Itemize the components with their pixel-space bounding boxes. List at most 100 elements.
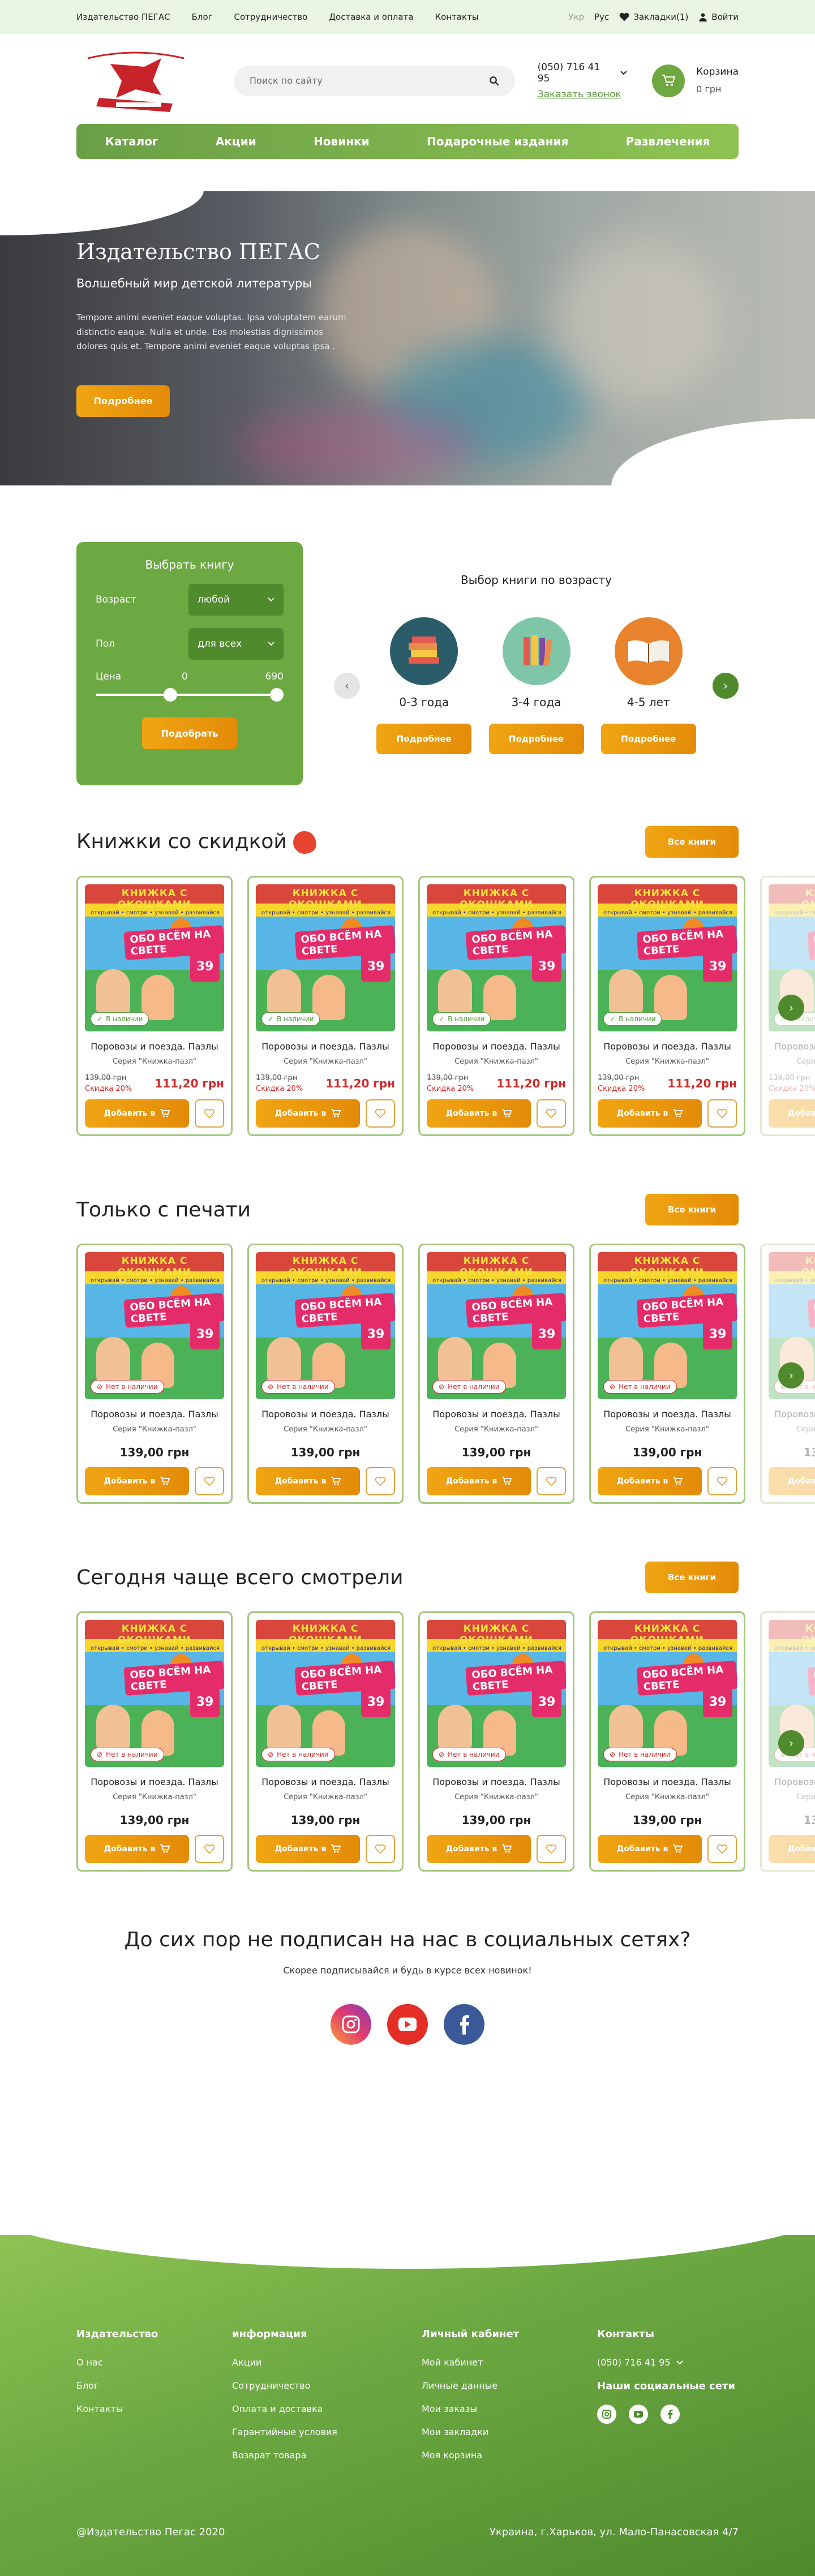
product-name[interactable]: Поровозы и поезда. Пазлы: [85, 1408, 224, 1421]
age-prev-arrow-icon[interactable]: ‹: [334, 673, 360, 699]
book-cover[interactable]: КНИЖКА С ОКОШКАМИ открывай • смотри • уз…: [256, 1620, 395, 1767]
footer-link-orders[interactable]: Мои заказы: [422, 2403, 597, 2414]
product-card[interactable]: КНИЖКА С ОКОШКАМИ открывай • смотри • уз…: [589, 1244, 745, 1504]
add-to-bookmarks-button[interactable]: [366, 1099, 395, 1128]
all-books-button[interactable]: Все книги: [645, 826, 739, 858]
add-to-cart-button[interactable]: Добавить в: [598, 1099, 702, 1128]
add-to-cart-button[interactable]: Добавить в: [769, 1467, 815, 1495]
product-card[interactable]: КНИЖКА С ОКОШКАМИ открывай • смотри • уз…: [76, 876, 233, 1136]
product-card[interactable]: КНИЖКА С ОКОШКАМИ открывай • смотри • уз…: [418, 876, 574, 1136]
search-icon[interactable]: [489, 76, 499, 86]
add-to-bookmarks-button[interactable]: [195, 1835, 224, 1863]
add-to-cart-button[interactable]: Добавить в: [85, 1467, 189, 1495]
filter-submit-button[interactable]: Подобрать: [142, 717, 237, 749]
top-nav-delivery[interactable]: Доставка и оплата: [329, 12, 413, 22]
add-to-cart-button[interactable]: Добавить в: [85, 1099, 189, 1128]
cart[interactable]: Корзина 0 грн: [652, 63, 739, 98]
sex-select[interactable]: для всех: [188, 628, 284, 660]
book-cover[interactable]: КНИЖКА С ОКОШКАМИ открывай • смотри • уз…: [427, 1252, 566, 1399]
product-name[interactable]: Поровозы и поезда. Пазлы: [256, 1776, 395, 1788]
add-to-bookmarks-button[interactable]: [537, 1467, 566, 1495]
menu-item-catalog[interactable]: Каталог: [105, 135, 158, 148]
product-card[interactable]: КНИЖКА С ОКОШКАМИ открывай • смотри • уз…: [76, 1244, 233, 1504]
product-name[interactable]: Поровозы и поезда. Пазлы: [85, 1776, 224, 1788]
product-card[interactable]: КНИЖКА С ОКОШКАМИ открывай • смотри • уз…: [247, 1611, 404, 1872]
menu-item-promos[interactable]: Акции: [216, 135, 256, 148]
add-to-bookmarks-button[interactable]: [195, 1467, 224, 1495]
footer-link-returns[interactable]: Возврат товара: [232, 2450, 422, 2461]
bookmarks-link[interactable]: Закладки(1): [619, 12, 688, 22]
all-books-button[interactable]: Все книги: [645, 1194, 739, 1225]
book-cover[interactable]: КНИЖКА С ОКОШКАМИ открывай • смотри • уз…: [598, 1252, 737, 1399]
top-nav-blog[interactable]: Блог: [192, 12, 213, 22]
age-more-button[interactable]: Подробнее: [376, 724, 472, 754]
top-nav-publisher[interactable]: Издательство ПЕГАС: [76, 12, 170, 22]
book-cover[interactable]: КНИЖКА С ОКОШКАМИ открывай • смотри • уз…: [85, 1252, 224, 1399]
age-more-button[interactable]: Подробнее: [488, 724, 584, 754]
price-slider-max-handle[interactable]: [270, 688, 284, 702]
menu-item-gift[interactable]: Подарочные издания: [427, 135, 568, 148]
instagram-icon[interactable]: [331, 2004, 371, 2045]
add-to-cart-button[interactable]: Добавить в: [256, 1467, 360, 1495]
call-back-link[interactable]: Заказать звонок: [538, 89, 627, 100]
top-nav-cooperation[interactable]: Сотрудничество: [234, 12, 308, 22]
instagram-icon[interactable]: [597, 2405, 616, 2424]
phone-dropdown[interactable]: (050) 716 41 95: [538, 62, 627, 84]
add-to-bookmarks-button[interactable]: [537, 1835, 566, 1863]
footer-link-personal[interactable]: Личные данные: [422, 2380, 597, 2391]
product-card[interactable]: КНИЖКА С ОКОШКАМИ открывай • смотри • уз…: [589, 876, 745, 1136]
add-to-bookmarks-button[interactable]: [707, 1467, 737, 1495]
carousel-next-arrow-icon[interactable]: ›: [778, 1730, 804, 1756]
book-cover[interactable]: КНИЖКА С ОКОШКАМИ открывай • смотри • уз…: [598, 1620, 737, 1767]
age-select[interactable]: любой: [188, 584, 284, 616]
add-to-bookmarks-button[interactable]: [366, 1835, 395, 1863]
product-card[interactable]: КНИЖКА С ОКОШКАМИ открывай • смотри • уз…: [589, 1611, 745, 1872]
add-to-cart-button[interactable]: Добавить в: [85, 1835, 189, 1863]
product-name[interactable]: Поровозы и поезда. Пазлы: [427, 1040, 566, 1053]
product-name[interactable]: Поровозы и поезда. Пазлы: [256, 1040, 395, 1053]
lang-ukr[interactable]: Укр: [568, 12, 584, 22]
book-cover[interactable]: КНИЖКА С ОКОШКАМИ открывай • смотри • уз…: [427, 1620, 566, 1767]
footer-link-about[interactable]: О нас: [76, 2357, 232, 2368]
all-books-button[interactable]: Все книги: [645, 1562, 739, 1593]
lang-rus[interactable]: Рус: [594, 12, 609, 22]
add-to-cart-button[interactable]: Добавить в: [256, 1835, 360, 1863]
youtube-icon[interactable]: [387, 2004, 428, 2045]
add-to-bookmarks-button[interactable]: [195, 1099, 224, 1128]
age-next-arrow-icon[interactable]: ›: [713, 673, 739, 699]
price-slider-min-handle[interactable]: [164, 688, 177, 702]
book-cover[interactable]: КНИЖКА С ОКОШКАМИ открывай • смотри • уз…: [598, 884, 737, 1031]
book-cover[interactable]: КНИЖКА С ОКОШКАМИ открывай • смотри • уз…: [256, 884, 395, 1031]
footer-link-payment[interactable]: Оплата и доставка: [232, 2403, 422, 2414]
book-cover[interactable]: КНИЖКА С ОКОШКАМИ открывай • смотри • уз…: [427, 884, 566, 1031]
facebook-icon[interactable]: [444, 2004, 484, 2045]
logo[interactable]: [76, 41, 195, 121]
book-cover[interactable]: КНИЖКА С ОКОШКАМИ открывай • смотри • уз…: [256, 1252, 395, 1399]
add-to-bookmarks-button[interactable]: [707, 1835, 737, 1863]
product-name[interactable]: Поровозы и поезда. Пазлы: [598, 1040, 737, 1053]
footer-link-promos[interactable]: Акции: [232, 2357, 422, 2368]
add-to-cart-button[interactable]: Добавить в: [427, 1835, 531, 1863]
product-name[interactable]: Поровозы и поезда. Пазлы: [256, 1408, 395, 1421]
add-to-bookmarks-button[interactable]: [537, 1099, 566, 1128]
menu-item-fun[interactable]: Развлечения: [626, 135, 710, 148]
add-to-cart-button[interactable]: Добавить в: [598, 1835, 702, 1863]
footer-link-blog[interactable]: Блог: [76, 2380, 232, 2391]
age-more-button[interactable]: Подробнее: [600, 724, 696, 754]
book-cover[interactable]: КНИЖКА С ОКОШКАМИ открывай • смотри • уз…: [85, 1620, 224, 1767]
carousel-next-arrow-icon[interactable]: ›: [778, 1362, 804, 1388]
add-to-cart-button[interactable]: Добавить в: [598, 1467, 702, 1495]
footer-phone[interactable]: (050) 716 41 95: [597, 2357, 739, 2368]
footer-link-contacts[interactable]: Контакты: [76, 2403, 232, 2414]
menu-item-new[interactable]: Новинки: [314, 135, 370, 148]
product-card[interactable]: КНИЖКА С ОКОШКАМИ открывай • смотри • уз…: [418, 1611, 574, 1872]
add-to-bookmarks-button[interactable]: [366, 1467, 395, 1495]
footer-link-cooperation[interactable]: Сотрудничество: [232, 2380, 422, 2391]
add-to-cart-button[interactable]: Добавить в: [256, 1099, 360, 1128]
login-link[interactable]: Войти: [698, 12, 739, 22]
facebook-icon[interactable]: [660, 2405, 680, 2424]
youtube-icon[interactable]: [629, 2405, 648, 2424]
book-cover[interactable]: КНИЖКА С ОКОШКАМИ открывай • смотри • уз…: [85, 884, 224, 1031]
top-nav-contacts[interactable]: Контакты: [435, 12, 478, 22]
add-to-cart-button[interactable]: Добавить в: [427, 1467, 531, 1495]
